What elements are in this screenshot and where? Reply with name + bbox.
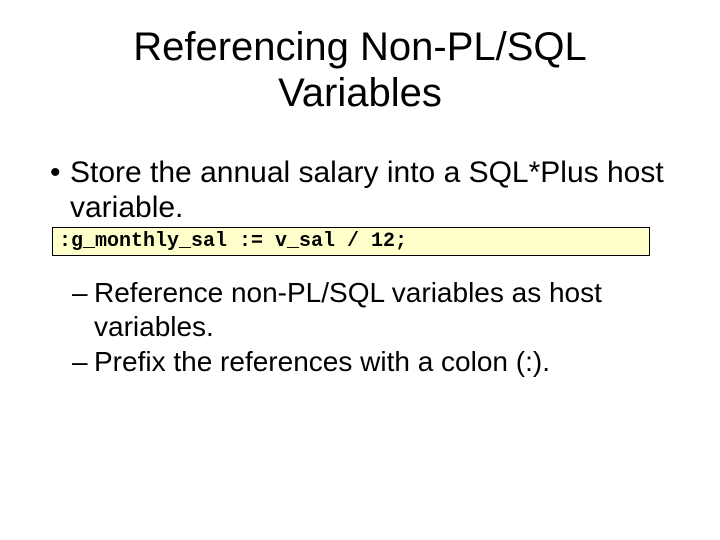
sub-bullet-list: – Reference non-PL/SQL variables as host… xyxy=(72,276,670,379)
sub-bullet: – Prefix the references with a colon (:)… xyxy=(72,345,670,379)
dash-marker: – xyxy=(72,276,94,310)
main-bullet: • Store the annual salary into a SQL*Plu… xyxy=(50,156,670,225)
bullet-marker: • xyxy=(50,156,70,191)
sub-bullet-text: Reference non-PL/SQL variables as host v… xyxy=(94,276,670,343)
slide: Referencing Non-PL/SQL Variables • Store… xyxy=(0,0,720,540)
code-box: :g_monthly_sal := v_sal / 12; xyxy=(52,227,650,256)
dash-marker: – xyxy=(72,345,94,379)
sub-bullet-text: Prefix the references with a colon (:). xyxy=(94,345,670,379)
slide-title: Referencing Non-PL/SQL Variables xyxy=(50,20,670,116)
sub-bullet: – Reference non-PL/SQL variables as host… xyxy=(72,276,670,343)
bullet-text: Store the annual salary into a SQL*Plus … xyxy=(70,156,670,225)
